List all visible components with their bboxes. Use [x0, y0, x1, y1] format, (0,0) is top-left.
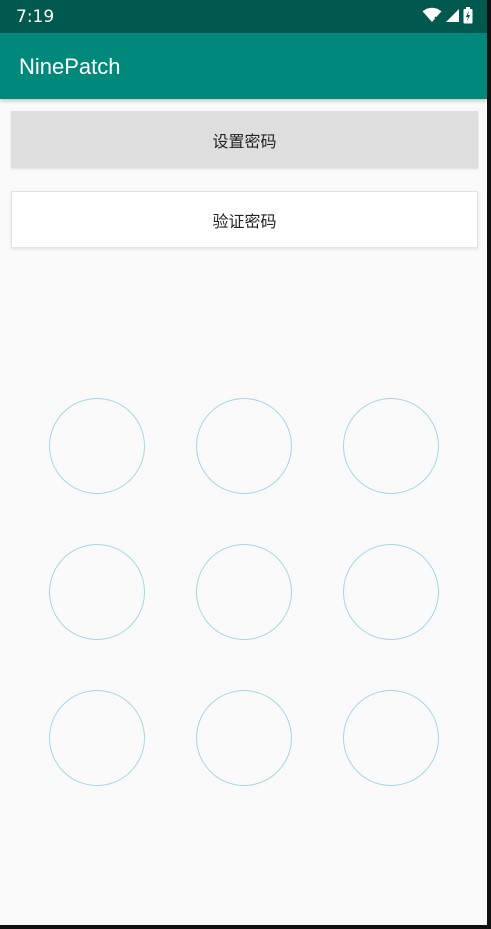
verify-password-button[interactable]: 验证密码	[11, 191, 478, 248]
pattern-dot-6[interactable]	[343, 544, 439, 640]
status-icons	[422, 6, 473, 28]
status-time: 7:19	[16, 7, 55, 27]
pattern-dot-3[interactable]	[343, 398, 439, 494]
set-password-button[interactable]: 设置密码	[11, 111, 478, 168]
signal-icon	[445, 8, 460, 27]
pattern-lock-grid[interactable]	[0, 380, 487, 810]
app-screen: 7:19 NinePatch 设置密码 验证密码	[0, 0, 487, 925]
pattern-dot-7[interactable]	[49, 690, 145, 786]
pattern-dot-9[interactable]	[343, 690, 439, 786]
pattern-dot-2[interactable]	[196, 398, 292, 494]
battery-icon	[463, 6, 473, 28]
wifi-icon	[422, 7, 442, 27]
pattern-dot-1[interactable]	[49, 398, 145, 494]
app-bar: NinePatch	[0, 33, 487, 99]
pattern-dot-8[interactable]	[196, 690, 292, 786]
status-bar: 7:19	[0, 0, 487, 33]
pattern-dot-4[interactable]	[49, 544, 145, 640]
pattern-dot-5[interactable]	[196, 544, 292, 640]
app-title: NinePatch	[19, 54, 121, 79]
